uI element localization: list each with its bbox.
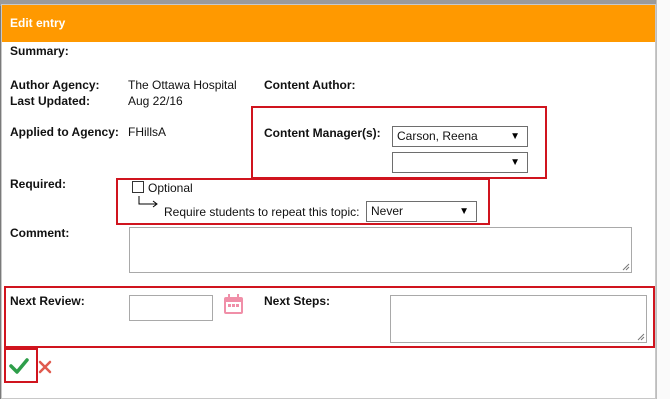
highlight-required: [116, 178, 490, 225]
applied-agency-label: Applied to Agency:: [10, 125, 119, 139]
comment-textarea[interactable]: [129, 227, 632, 273]
page-right-edge: [656, 0, 670, 399]
last-updated-label: Last Updated:: [10, 94, 91, 108]
highlight-next-review-steps: [4, 286, 655, 348]
summary-label: Summary:: [10, 44, 69, 58]
comment-label: Comment:: [10, 226, 70, 240]
cancel-x-icon[interactable]: [38, 360, 52, 374]
applied-agency-value: FHillsA: [128, 125, 166, 139]
last-updated-value: Aug 22/16: [128, 94, 183, 108]
required-label: Required:: [10, 177, 67, 191]
highlight-save-button: [4, 348, 38, 383]
author-agency-label: Author Agency:: [10, 78, 100, 92]
author-agency-value: The Ottawa Hospital: [128, 78, 237, 92]
dialog-title: Edit entry: [2, 5, 655, 42]
content-author-label: Content Author:: [264, 78, 356, 92]
highlight-content-managers: [251, 106, 547, 179]
resize-grip-icon: [622, 263, 630, 271]
